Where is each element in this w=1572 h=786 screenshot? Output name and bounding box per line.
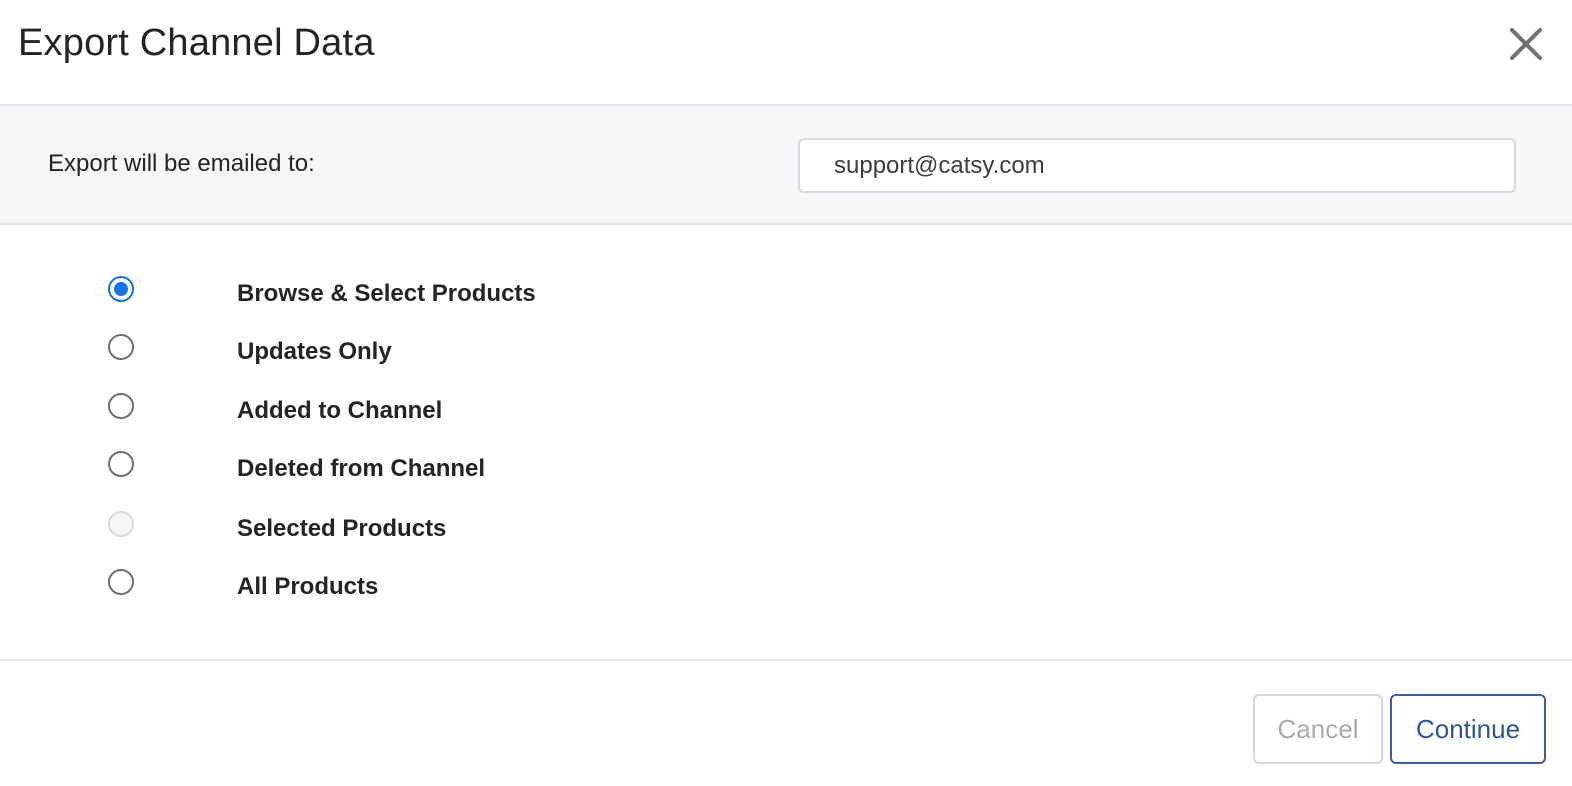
continue-button[interactable]: Continue [1390, 694, 1546, 764]
close-button[interactable] [1508, 26, 1544, 62]
option-label: Browse & Select Products [237, 280, 536, 307]
export-options: Browse & Select Products Updates Only Ad… [0, 225, 1572, 661]
dialog-header: Export Channel Data [0, 0, 1572, 106]
radio-deleted-from-channel[interactable] [108, 451, 134, 477]
option-label: Selected Products [237, 515, 447, 542]
option-label: All Products [237, 573, 379, 600]
dialog-title: Export Channel Data [18, 22, 375, 64]
option-label: Deleted from Channel [237, 455, 486, 482]
option-all-products[interactable]: All Products [104, 569, 704, 609]
option-label: Added to Channel [237, 397, 443, 424]
radio-browse-select-products[interactable] [108, 276, 134, 302]
option-browse-select-products[interactable]: Browse & Select Products [104, 276, 704, 316]
email-section: Export will be emailed to: [0, 106, 1572, 225]
close-icon [1510, 28, 1542, 60]
option-deleted-from-channel[interactable]: Deleted from Channel [104, 451, 704, 491]
cancel-button[interactable]: Cancel [1253, 694, 1383, 764]
radio-updates-only[interactable] [108, 334, 134, 360]
export-channel-data-dialog: Export Channel Data Export will be email… [0, 0, 1572, 786]
option-updates-only[interactable]: Updates Only [104, 334, 704, 374]
email-label: Export will be emailed to: [48, 150, 315, 177]
email-input[interactable] [798, 138, 1516, 193]
radio-added-to-channel[interactable] [108, 393, 134, 419]
option-label: Updates Only [237, 338, 392, 365]
option-added-to-channel[interactable]: Added to Channel [104, 393, 704, 433]
radio-selected-products [108, 511, 134, 537]
dialog-footer: Cancel Continue [0, 661, 1572, 786]
option-selected-products: Selected Products [104, 511, 704, 551]
radio-all-products[interactable] [108, 569, 134, 595]
